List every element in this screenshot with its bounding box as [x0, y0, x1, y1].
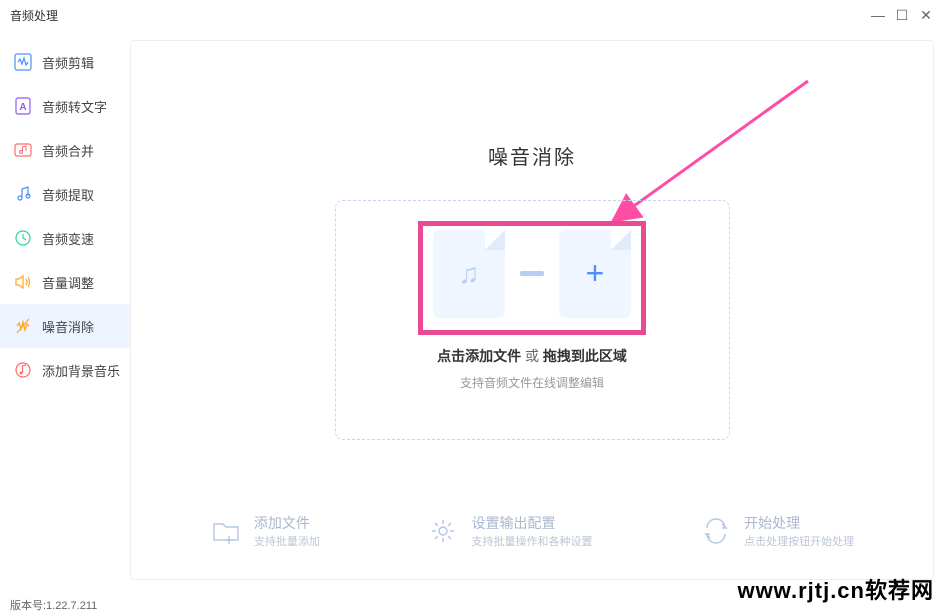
close-button[interactable]: ✕: [918, 7, 934, 23]
window-controls: — ☐ ✕: [870, 7, 934, 23]
action-sub: 支持批量添加: [254, 533, 320, 549]
bgm-icon: [14, 361, 32, 379]
drop-instruction: 点击添加文件 或 拖拽到此区域: [437, 346, 627, 366]
sidebar-item-audio-merge[interactable]: 音频合并: [0, 128, 130, 172]
window-title: 音频处理: [10, 7, 58, 24]
sidebar-item-label: 音频剪辑: [42, 53, 94, 72]
sidebar-item-noise-remove[interactable]: 噪音消除: [0, 304, 130, 348]
drop-subtext: 支持音频文件在线调整编辑: [460, 374, 604, 391]
add-file-card: +: [559, 230, 631, 318]
action-sub: 点击处理按钮开始处理: [744, 533, 854, 549]
action-title: 添加文件: [254, 513, 320, 533]
volume-icon: [14, 273, 32, 291]
output-config-action[interactable]: 设置输出配置 支持批量操作和各种设置: [427, 513, 592, 549]
sidebar-item-volume-adjust[interactable]: 音量调整: [0, 260, 130, 304]
sidebar-item-label: 噪音消除: [42, 317, 94, 336]
clock-icon: [14, 229, 32, 247]
drop-zone[interactable]: ♫ + 点击添加文件 或 拖拽到此区域 支持音频文件在线调整编辑: [335, 200, 730, 440]
wave-icon: [14, 53, 32, 71]
drag-text: 拖拽到此区域: [543, 348, 627, 364]
sidebar: 音频剪辑 A 音频转文字 音频合并 音频提取 音频变速 音量调整 噪音消除 添加: [0, 30, 130, 595]
sidebar-item-label: 音量调整: [42, 273, 94, 292]
sidebar-item-audio-extract[interactable]: 音频提取: [0, 172, 130, 216]
music-note-icon: ♫: [459, 258, 480, 290]
sidebar-item-label: 音频转文字: [42, 97, 107, 116]
sidebar-item-label: 音频提取: [42, 185, 94, 204]
sep-text: 或: [521, 348, 543, 364]
sidebar-item-label: 添加背景音乐: [42, 361, 120, 380]
music-file-card: ♫: [433, 230, 505, 318]
dash-separator: [520, 271, 544, 276]
extract-icon: [14, 185, 32, 203]
sidebar-item-label: 音频变速: [42, 229, 94, 248]
svg-text:A: A: [19, 102, 26, 113]
gear-icon: [427, 515, 459, 547]
action-title: 开始处理: [744, 513, 854, 533]
add-file-action[interactable]: 添加文件 支持批量添加: [210, 513, 320, 549]
sidebar-item-audio-speed[interactable]: 音频变速: [0, 216, 130, 260]
mute-wave-icon: [14, 317, 32, 335]
doc-a-icon: A: [14, 97, 32, 115]
start-process-action[interactable]: 开始处理 点击处理按钮开始处理: [700, 513, 854, 549]
plus-icon: +: [586, 255, 605, 292]
sidebar-item-add-bgm[interactable]: 添加背景音乐: [0, 348, 130, 392]
maximize-button[interactable]: ☐: [894, 7, 910, 23]
minimize-button[interactable]: —: [870, 7, 886, 23]
refresh-arrow-icon: [700, 515, 732, 547]
watermark: www.rjtj.cn软荐网: [737, 573, 934, 605]
sidebar-item-label: 音频合并: [42, 141, 94, 160]
content-panel: 噪音消除 ♫ + 点击添加文件 或 拖拽到此区域 支持音频文件在线调整编辑: [130, 40, 934, 580]
bottom-actions: 添加文件 支持批量添加 设置输出配置 支持批量操作和各种设置 开始处理 点击处理…: [131, 513, 933, 549]
action-title: 设置输出配置: [471, 513, 592, 533]
file-cards: ♫ +: [433, 230, 631, 318]
version-label: 版本号:1.22.7.211: [10, 597, 97, 613]
merge-icon: [14, 141, 32, 159]
page-title: 噪音消除: [131, 141, 933, 170]
action-sub: 支持批量操作和各种设置: [471, 533, 592, 549]
sidebar-item-audio-to-text[interactable]: A 音频转文字: [0, 84, 130, 128]
folder-plus-icon: [210, 515, 242, 547]
sidebar-item-audio-cut[interactable]: 音频剪辑: [0, 40, 130, 84]
click-add-text: 点击添加文件: [437, 348, 521, 364]
